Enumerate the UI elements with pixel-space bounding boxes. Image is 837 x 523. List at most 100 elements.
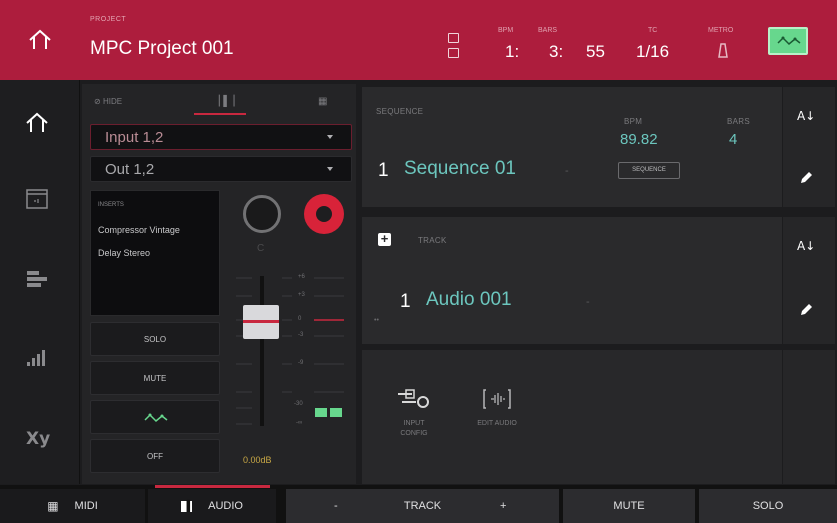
scale-label: -9	[298, 360, 304, 366]
track-panel[interactable]: + TRACK •• 1 Audio 001 -	[362, 217, 782, 344]
meter-left	[315, 408, 327, 417]
bars-label: BARS	[727, 117, 750, 126]
insert-slot-2[interactable]: Delay Stereo	[98, 248, 150, 258]
tools-panel: INPUT CONFIG EDIT AUDIO	[362, 350, 782, 484]
tab-mixer[interactable]: ▦	[318, 96, 327, 118]
sequence-panel[interactable]: SEQUENCE BPM BARS 89.82 4 1 Sequence 01 …	[362, 87, 782, 207]
chevron-down-icon	[327, 135, 333, 139]
mail-icon[interactable]	[448, 48, 459, 58]
sequence-bpm[interactable]: 89.82	[620, 131, 658, 148]
mixer-icon: ▦	[318, 96, 328, 107]
sequence-name[interactable]: Sequence 01	[404, 158, 516, 180]
bpm-label: BPM	[498, 27, 514, 34]
mute-button[interactable]: MUTE	[90, 361, 220, 395]
eye-off-icon: ⊘	[94, 97, 101, 106]
track-name[interactable]: Audio 001	[426, 289, 512, 311]
track-side-controls: A↓	[783, 217, 835, 344]
pan-knob[interactable]	[243, 195, 281, 233]
tools-side-column	[783, 350, 835, 484]
svg-text:Xy: Xy	[26, 429, 50, 449]
sequence-side-controls: A↓	[783, 87, 835, 207]
sequence-label: SEQUENCE	[376, 107, 424, 116]
header-bar: PROJECT MPC Project 001 BPM BARS 1: 3: 5…	[0, 0, 837, 80]
track-previous-button[interactable]: -	[334, 500, 338, 512]
metronome-label: METRO	[708, 27, 734, 34]
automation-icon	[144, 413, 168, 423]
input-select[interactable]: Input 1,2	[90, 124, 352, 150]
project-name[interactable]: MPC Project 001	[90, 38, 234, 60]
automation-icon	[777, 36, 801, 46]
grid-icon: ▦	[47, 499, 59, 513]
waveform-icon: ▐	[181, 500, 193, 512]
add-track-icon[interactable]: +	[378, 232, 391, 246]
volume-fader-handle[interactable]	[243, 305, 279, 339]
input-config-icon	[398, 389, 429, 408]
track-selector[interactable]: - TRACK +	[286, 489, 559, 523]
text-size-icon[interactable]: A↓	[797, 239, 815, 253]
sequence-chip[interactable]: SEQUENCE	[618, 162, 680, 179]
bars-label: BARS	[538, 27, 558, 34]
track-dash: -	[586, 296, 590, 308]
track-label: TRACK	[418, 236, 447, 245]
fader-track	[260, 276, 264, 426]
timing-correct-value[interactable]: 1/16	[636, 42, 669, 62]
footer-solo-button[interactable]: SOLO	[699, 489, 837, 523]
automation-toggle[interactable]	[90, 400, 220, 434]
text-size-icon[interactable]: A↓	[797, 109, 815, 123]
scale-label: -∞	[296, 420, 303, 426]
solo-button[interactable]: SOLO	[90, 322, 220, 356]
sequence-number: 1	[378, 160, 389, 181]
xy-fx-icon[interactable]: Xy	[22, 422, 52, 452]
level-meter-icon[interactable]	[22, 342, 52, 372]
scale-label: -30	[294, 401, 303, 407]
home-icon[interactable]	[26, 26, 54, 54]
position-beat[interactable]: 3:	[549, 42, 563, 62]
track-status-icon: ••	[374, 317, 379, 324]
track-list-icon[interactable]	[22, 264, 52, 294]
metronome-icon[interactable]	[716, 42, 730, 58]
sequence-dash: -	[565, 165, 569, 177]
track-number: 1	[400, 291, 411, 312]
scale-label: -3	[298, 332, 304, 338]
waveform-icon: ▕▐▕	[212, 96, 235, 107]
automation-button[interactable]	[768, 27, 808, 55]
project-label: PROJECT	[90, 16, 127, 23]
midi-button[interactable]: ▦ MIDI	[0, 489, 145, 523]
pan-value: C	[257, 243, 265, 254]
left-navigation: Xy	[0, 80, 80, 484]
fader-indicator	[243, 320, 279, 323]
edit-audio-button[interactable]: EDIT AUDIO	[475, 388, 519, 429]
monitor-off-button[interactable]: OFF	[90, 439, 220, 473]
window-icon[interactable]	[22, 184, 52, 214]
tab-hide[interactable]: ⊘ HIDE	[94, 97, 122, 119]
scale-label: 0	[298, 316, 302, 322]
input-config-button[interactable]: INPUT CONFIG	[392, 388, 436, 439]
inserts-panel[interactable]: INSERTS Compressor Vintage Delay Stereo	[90, 190, 220, 316]
position-tick[interactable]: 55	[586, 42, 605, 62]
window-icon[interactable]	[448, 33, 459, 43]
fader-area	[236, 276, 344, 426]
footer-mute-button[interactable]: MUTE	[563, 489, 695, 523]
position-bar[interactable]: 1:	[505, 42, 519, 62]
meter-right	[330, 408, 342, 417]
inserts-label: INSERTS	[98, 202, 124, 208]
edit-pencil-icon[interactable]	[799, 171, 813, 185]
strip-tabs: ⊘ HIDE ▕▐▕ ▦	[88, 92, 354, 115]
audio-button[interactable]: ▐ AUDIO	[148, 489, 276, 523]
active-tab-indicator	[194, 113, 246, 115]
sequence-bars[interactable]: 4	[729, 131, 737, 148]
track-selector-label: TRACK	[403, 500, 442, 512]
bpm-label: BPM	[624, 117, 643, 126]
tc-label: TC	[648, 27, 658, 34]
scale-label: +6	[298, 274, 305, 280]
edit-pencil-icon[interactable]	[799, 303, 813, 317]
insert-slot-1[interactable]: Compressor Vintage	[98, 225, 180, 235]
scale-label: +3	[298, 292, 305, 298]
output-select[interactable]: Out 1,2	[90, 156, 352, 182]
chevron-down-icon	[327, 167, 333, 171]
record-arm-button[interactable]	[304, 194, 344, 234]
home-icon[interactable]	[22, 108, 52, 138]
volume-value[interactable]: 0.00dB	[243, 455, 272, 465]
track-next-button[interactable]: +	[500, 500, 506, 512]
footer-active-indicator	[155, 485, 270, 488]
